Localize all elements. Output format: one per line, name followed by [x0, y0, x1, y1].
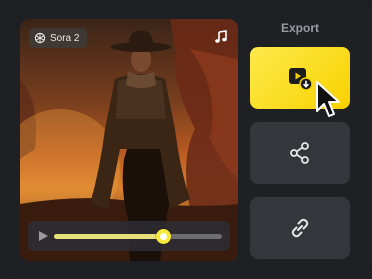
export-title: Export	[280, 21, 319, 35]
link-icon	[291, 218, 309, 238]
video-preview[interactable]: Sora 2	[20, 19, 238, 261]
share-icon	[290, 142, 309, 164]
playback-controls	[28, 221, 230, 251]
export-panel: Sora 2 Export	[0, 0, 372, 279]
ai-model-label: Sora 2	[50, 32, 80, 44]
mouse-pointer-icon	[316, 81, 340, 117]
music-note-icon	[215, 30, 227, 43]
video-download-icon	[289, 68, 313, 91]
sora-logo-icon	[34, 32, 46, 44]
copy-link-button[interactable]	[250, 197, 350, 259]
progress-track[interactable]	[54, 229, 222, 244]
play-icon[interactable]	[37, 230, 49, 242]
progress-fill	[54, 234, 164, 239]
share-button[interactable]	[250, 122, 350, 184]
progress-handle[interactable]	[156, 229, 172, 244]
ai-model-badge: Sora 2	[29, 28, 88, 48]
